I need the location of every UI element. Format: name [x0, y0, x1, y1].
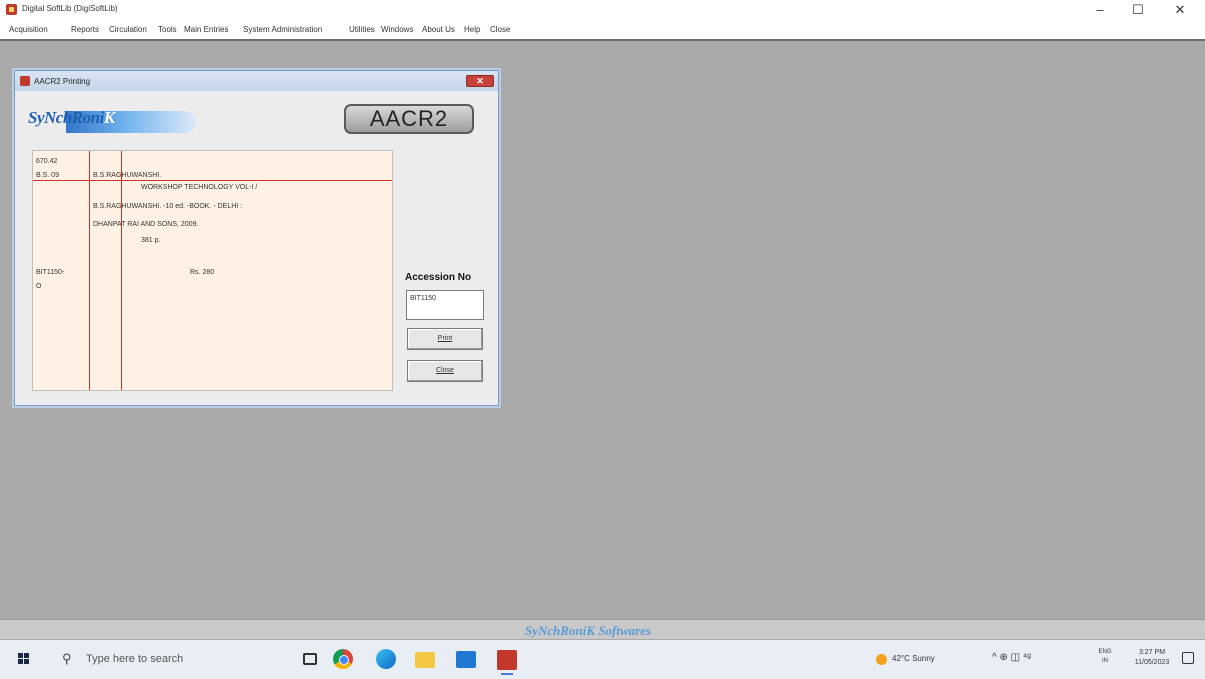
- menu-windows[interactable]: Windows: [381, 25, 413, 34]
- aacr2-printing-dialog: AACR2 Printing ✕ SyNchRoniK AACR2 670.42…: [14, 70, 499, 406]
- close-button[interactable]: Close: [407, 360, 483, 382]
- edge-icon[interactable]: [376, 649, 396, 669]
- menu-bar: Acquisition Reports Circulation Tools Ma…: [0, 20, 1205, 39]
- card-title-line: WORKSHOP TECHNOLOGY VOL-I /: [141, 184, 258, 191]
- card-accession: BIT1150-: [36, 269, 65, 276]
- menu-close[interactable]: Close: [490, 25, 510, 34]
- aacr2-badge: AACR2: [344, 104, 474, 134]
- clock-date: 11/05/2023: [1134, 659, 1170, 666]
- card-publisher-line: DHANPAT RAI AND SONS, 2009.: [93, 221, 199, 228]
- menu-circulation[interactable]: Circulation: [109, 25, 147, 34]
- status-bar: SyNchRoniK Softwares: [0, 619, 1205, 639]
- dialog-title-bar: AACR2 Printing ✕: [15, 71, 498, 91]
- app-icon: [6, 4, 17, 15]
- search-icon[interactable]: ⚲: [62, 651, 78, 667]
- menu-acquisition[interactable]: Acquisition: [9, 25, 48, 34]
- print-button[interactable]: Print: [407, 328, 483, 350]
- windows-start-icon[interactable]: [18, 653, 30, 665]
- task-view-icon[interactable]: [303, 653, 317, 665]
- accession-no-label: Accession No: [405, 272, 472, 283]
- store-icon[interactable]: [456, 651, 476, 668]
- menu-reports[interactable]: Reports: [71, 25, 99, 34]
- synchronik-logo: SyNchRoniK: [28, 107, 198, 135]
- close-window-button[interactable]: ✕: [1163, 1, 1197, 19]
- catalogue-card: 670.42 B.S. 09 B.S.RAGHUWANSHI. WORKSHOP…: [32, 150, 393, 391]
- window-title: Digital SoftLib (DigiSoftLib): [22, 4, 118, 13]
- language-indicator[interactable]: ENG IN: [1097, 648, 1113, 666]
- card-indent-line: [121, 151, 122, 390]
- weather-sun-icon[interactable]: [876, 654, 887, 665]
- maximize-button[interactable]: ☐: [1121, 1, 1155, 19]
- status-brand: SyNchRoniK Softwares: [525, 623, 652, 638]
- card-accession-suffix: O: [36, 283, 42, 290]
- weather-text[interactable]: 42°C Sunny: [892, 654, 935, 663]
- card-price: Rs. 280: [190, 269, 215, 276]
- dialog-title: AACR2 Printing: [34, 77, 91, 86]
- card-margin-line: [89, 151, 90, 390]
- menu-utilities[interactable]: Utilities: [349, 25, 375, 34]
- system-tray-icons[interactable]: ^ ⊕ ◫ ⁴ᵍ: [992, 652, 1031, 663]
- menu-about-us[interactable]: About Us: [422, 25, 455, 34]
- clock-time: 3:27 PM: [1138, 649, 1166, 656]
- menu-tools[interactable]: Tools: [158, 25, 177, 34]
- menu-help[interactable]: Help: [464, 25, 480, 34]
- minimize-button[interactable]: –: [1083, 1, 1117, 19]
- card-main-entry: B.S.RAGHUWANSHI.: [93, 172, 162, 179]
- file-explorer-icon[interactable]: [415, 652, 435, 668]
- card-pages: 381 p.: [141, 237, 161, 244]
- card-author-mark: B.S. 09: [36, 172, 59, 179]
- title-bar: Digital SoftLib (DigiSoftLib) – ☐ ✕: [0, 0, 1205, 20]
- notification-icon[interactable]: [1182, 652, 1194, 664]
- dialog-app-icon: [20, 76, 30, 86]
- taskbar-clock[interactable]: 3:27 PM 11/05/2023: [1130, 648, 1174, 668]
- accession-no-input[interactable]: BIT1150: [406, 290, 484, 320]
- menu-main-entries[interactable]: Main Entries: [184, 25, 228, 34]
- menu-system-administration[interactable]: System Administration: [243, 25, 322, 34]
- chrome-icon[interactable]: [333, 649, 353, 669]
- digisoftlib-taskbar-icon[interactable]: [497, 650, 517, 675]
- menu-divider: [0, 39, 1205, 41]
- taskbar-search-input[interactable]: Type here to search: [86, 653, 183, 665]
- card-heading-line: [33, 180, 392, 181]
- taskbar: ⚲ Type here to search 42°C Sunny ^ ⊕ ◫ ⁴…: [0, 640, 1205, 679]
- card-statement-line: B.S.RAGHUWANSHI. -10 ed. -BOOK. - DELHI …: [93, 203, 243, 210]
- dialog-close-icon[interactable]: ✕: [466, 75, 494, 87]
- card-call-number: 670.42: [36, 158, 58, 165]
